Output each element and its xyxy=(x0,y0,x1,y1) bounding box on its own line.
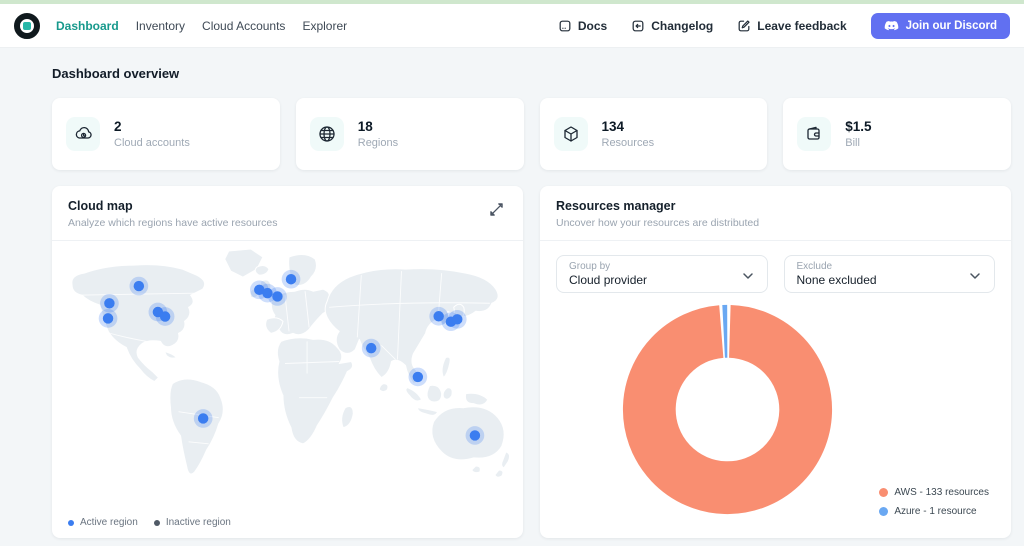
cube-icon xyxy=(554,117,588,151)
resources-manager-subtitle: Uncover how your resources are distribut… xyxy=(556,217,759,229)
legend-inactive-region: Inactive region xyxy=(154,517,231,528)
resources-manager-panel: Resources manager Uncover how your resou… xyxy=(540,186,1011,538)
nav-item-dashboard[interactable]: Dashboard xyxy=(56,19,119,33)
legend-aws: AWS - 133 resources xyxy=(879,487,989,498)
map-legend: Active region Inactive region xyxy=(52,511,523,538)
nav-item-explorer[interactable]: Explorer xyxy=(302,19,347,33)
cloud-icon xyxy=(66,117,100,151)
docs-label: Docs xyxy=(578,19,607,33)
navbar: Dashboard Inventory Cloud Accounts Explo… xyxy=(0,4,1024,48)
stat-card-resources: 134 Resources xyxy=(540,98,768,170)
nav-links: Dashboard Inventory Cloud Accounts Explo… xyxy=(56,19,347,33)
exclude-label: Exclude xyxy=(797,261,961,272)
nav-item-cloud-accounts[interactable]: Cloud Accounts xyxy=(202,19,285,33)
stat-value: $1.5 xyxy=(845,119,871,134)
stat-value: 134 xyxy=(602,119,655,134)
join-discord-button[interactable]: Join our Discord xyxy=(871,13,1010,39)
panels-row: Cloud map Analyze which regions have act… xyxy=(52,186,1011,538)
discord-icon xyxy=(884,20,899,32)
stat-label: Regions xyxy=(358,137,398,149)
docs-link[interactable]: Docs xyxy=(558,19,607,33)
stats-row: 2 Cloud accounts 18 Regions 134 Resource… xyxy=(52,98,1011,170)
legend-label: AWS - 133 resources xyxy=(894,487,989,498)
world-map[interactable] xyxy=(52,241,523,481)
komiser-logo-icon[interactable] xyxy=(14,13,40,39)
nav-item-inventory[interactable]: Inventory xyxy=(136,19,185,33)
exclude-select[interactable]: Exclude None excluded xyxy=(784,255,996,293)
feedback-pencil-icon xyxy=(737,19,751,33)
feedback-label: Leave feedback xyxy=(757,19,846,33)
stat-text: 2 Cloud accounts xyxy=(114,119,190,149)
chevron-down-icon xyxy=(968,269,982,283)
exclude-value: None excluded xyxy=(797,273,961,287)
group-by-value: Cloud provider xyxy=(569,273,733,287)
inactive-region-dot xyxy=(154,520,160,526)
stat-card-bill: $1.5 Bill xyxy=(783,98,1011,170)
chevron-down-icon xyxy=(741,269,755,283)
legend-label: Inactive region xyxy=(166,517,231,528)
cloud-map-subtitle: Analyze which regions have active resour… xyxy=(68,217,278,229)
wallet-icon xyxy=(797,117,831,151)
legend-label: Active region xyxy=(80,517,138,528)
azure-dot xyxy=(879,507,888,516)
stat-text: $1.5 Bill xyxy=(845,119,871,149)
logo-core xyxy=(23,22,31,30)
changelog-label: Changelog xyxy=(651,19,713,33)
changelog-link[interactable]: Changelog xyxy=(631,19,713,33)
resources-manager-title: Resources manager xyxy=(556,199,759,213)
globe-icon xyxy=(310,117,344,151)
legend-label: Azure - 1 resource xyxy=(894,506,976,517)
expand-map-button[interactable] xyxy=(486,199,507,223)
stat-value: 18 xyxy=(358,119,398,134)
expand-icon xyxy=(490,203,503,216)
main-content: Dashboard overview 2 Cloud accounts 18 R… xyxy=(0,48,1024,546)
stat-value: 2 xyxy=(114,119,190,134)
cloud-map-header: Cloud map Analyze which regions have act… xyxy=(52,186,523,241)
legend-active-region: Active region xyxy=(68,517,138,528)
stat-card-cloud-accounts: 2 Cloud accounts xyxy=(52,98,280,170)
stat-label: Resources xyxy=(602,137,655,149)
stat-text: 134 Resources xyxy=(602,119,655,149)
donut-chart-area: AWS - 133 resources Azure - 1 resource xyxy=(540,293,1011,538)
active-region-dot xyxy=(68,520,74,526)
changelog-icon xyxy=(631,19,645,33)
aws-dot xyxy=(879,488,888,497)
cloud-map-panel: Cloud map Analyze which regions have act… xyxy=(52,186,523,538)
docs-icon xyxy=(558,19,572,33)
cloud-map-title: Cloud map xyxy=(68,199,278,213)
stat-label: Bill xyxy=(845,137,871,149)
legend-azure: Azure - 1 resource xyxy=(879,506,989,517)
stat-label: Cloud accounts xyxy=(114,137,190,149)
stat-text: 18 Regions xyxy=(358,119,398,149)
group-by-select[interactable]: Group by Cloud provider xyxy=(556,255,768,293)
donut-chart[interactable] xyxy=(620,302,835,517)
group-by-label: Group by xyxy=(569,261,733,272)
discord-label: Join our Discord xyxy=(906,20,997,32)
nav-actions: Docs Changelog Leave feedback Join our D… xyxy=(558,13,1010,39)
leave-feedback-link[interactable]: Leave feedback xyxy=(737,19,846,33)
donut-legend: AWS - 133 resources Azure - 1 resource xyxy=(879,487,989,517)
stat-card-regions: 18 Regions xyxy=(296,98,524,170)
page-title: Dashboard overview xyxy=(52,66,1011,81)
filters-row: Group by Cloud provider Exclude None exc… xyxy=(540,241,1011,293)
resources-manager-header: Resources manager Uncover how your resou… xyxy=(540,186,1011,241)
